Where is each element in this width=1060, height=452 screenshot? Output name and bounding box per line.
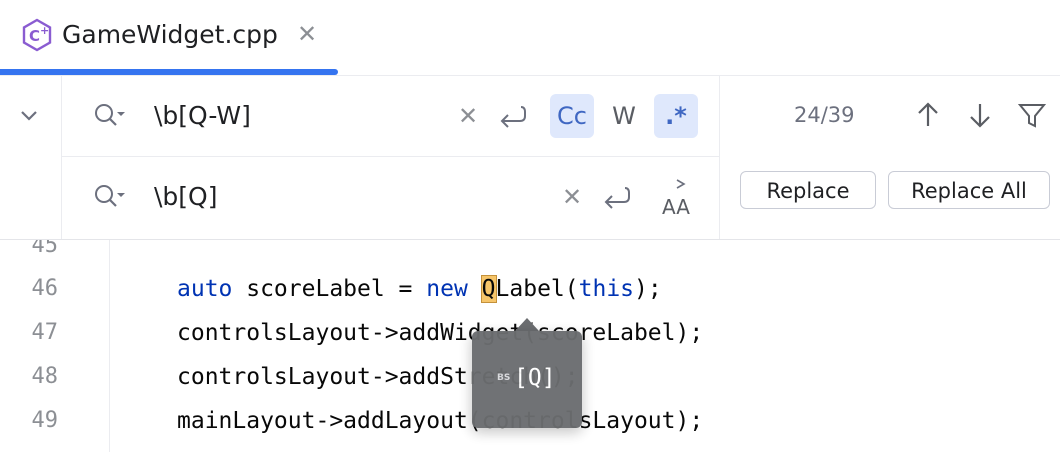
code-text: Label( <box>495 276 579 302</box>
line-number: 48 <box>31 364 59 389</box>
chevron-down-icon <box>21 111 37 121</box>
match-count: 24/39 <box>794 103 855 127</box>
preserve-case-arrow-icon <box>676 179 686 189</box>
search-history-icon[interactable] <box>92 100 128 130</box>
svg-text:+: + <box>40 24 49 37</box>
code-line-49: mainLayout->addLayout(controlsLayout); <box>177 408 704 434</box>
tooltip-prefix: BS <box>497 373 511 383</box>
find-input[interactable]: \b[Q-W] <box>154 98 251 134</box>
clear-replace-icon[interactable]: ✕ <box>559 182 585 212</box>
preserve-case-toggle[interactable]: AA <box>654 179 698 223</box>
keyword: new <box>426 276 468 302</box>
code-text: scoreLabel = <box>232 276 427 302</box>
arrow-up-icon[interactable] <box>913 98 943 132</box>
tab-gamewidget-cpp[interactable]: C + GameWidget.cpp ✕ <box>0 0 338 75</box>
filter-icon[interactable] <box>1017 98 1047 132</box>
preserve-case-label: AA <box>662 195 690 219</box>
replace-row: \b[Q] ✕ AA <box>62 157 719 237</box>
svg-text:C: C <box>29 27 40 45</box>
keyword: auto <box>177 276 233 302</box>
arrow-down-icon[interactable] <box>965 98 995 132</box>
tooltip-text: [Q] <box>514 365 556 391</box>
line-number-gutter: 45 46 47 48 49 <box>0 240 110 452</box>
line-number: 46 <box>31 276 59 301</box>
search-history-icon[interactable] <box>92 181 128 211</box>
replacement-preview-tooltip: BS [Q] <box>472 331 582 428</box>
find-replace-panel: \b[Q-W] ✕ Cc W .* \b[Q] ✕ AA 24/39 Repla… <box>0 76 1060 240</box>
match-case-toggle[interactable]: Cc <box>550 94 594 138</box>
cpp-file-icon: C + <box>22 18 52 52</box>
editor-tab-bar: C + GameWidget.cpp ✕ <box>0 0 1060 76</box>
panel-divider <box>719 76 720 239</box>
line-number: 47 <box>31 320 59 345</box>
replace-input[interactable]: \b[Q] <box>154 179 217 215</box>
whole-words-toggle[interactable]: W <box>602 94 646 138</box>
active-tab-indicator <box>0 69 338 75</box>
line-number: 45 <box>31 240 59 258</box>
new-line-icon[interactable] <box>495 101 529 131</box>
replace-toggle[interactable] <box>0 76 62 239</box>
clear-find-icon[interactable]: ✕ <box>455 101 481 131</box>
line-number: 49 <box>31 408 59 433</box>
tooltip-arrow <box>515 318 539 331</box>
keyword: this <box>578 276 635 302</box>
new-line-icon[interactable] <box>599 182 633 212</box>
replace-button[interactable]: Replace <box>740 171 876 209</box>
replace-all-button[interactable]: Replace All <box>888 171 1050 209</box>
code-line-47: controlsLayout->addWidget(scoreLabel); <box>177 320 704 346</box>
regex-toggle[interactable]: .* <box>654 94 698 138</box>
code-line-46: auto scoreLabel = new QLabel(this); <box>177 274 662 304</box>
search-match-highlight: Q <box>480 275 497 303</box>
code-text: ); <box>634 276 662 302</box>
find-row: \b[Q-W] ✕ Cc W .* <box>62 76 719 157</box>
close-icon[interactable]: ✕ <box>294 20 320 48</box>
tab-title: GameWidget.cpp <box>62 20 278 49</box>
